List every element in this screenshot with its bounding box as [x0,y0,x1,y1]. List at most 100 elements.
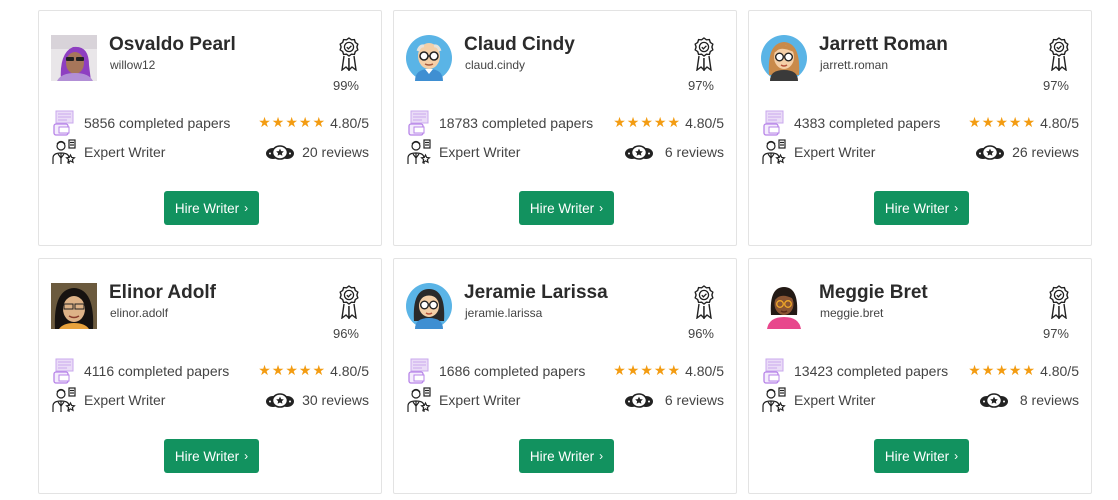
papers-stack-icon [763,110,785,136]
success-rate: 97% [687,78,714,93]
completed-papers: 13423 completed papers [794,363,949,379]
writer-level: Expert Writer [794,392,876,408]
papers-stack-icon [53,358,75,384]
hire-writer-label: Hire Writer [529,448,595,464]
reviews-bubbles-icon [979,393,1009,409]
reviews-count[interactable]: 26 reviews [1012,144,1079,160]
papers-stack-icon [408,110,430,136]
award-ribbon-icon [692,285,716,319]
writer-person-icon [51,139,77,165]
award-ribbon-icon [1047,285,1071,319]
avatar[interactable] [51,283,97,329]
avatar[interactable] [51,35,97,81]
star-rating-icon: ★★★★★ [613,114,681,130]
writer-person-icon [51,387,77,413]
completed-papers: 5856 completed papers [84,115,231,131]
success-rate: 96% [332,326,359,341]
avatar[interactable] [761,35,807,81]
writer-name[interactable]: Osvaldo Pearl [109,34,236,56]
writer-card: Jarrett Roman jarrett.roman 97% 4383 comple… [748,10,1092,246]
writer-card: Osvaldo Pearl willow12 99% 5856 completed p… [38,10,382,246]
hire-writer-label: Hire Writer [529,200,595,216]
hire-writer-button[interactable]: Hire Writer › [874,191,969,225]
writer-person-icon [761,139,787,165]
rating-value: 4.80/5 [330,363,369,379]
writer-level: Expert Writer [439,392,521,408]
writer-username: jeramie.larissa [465,306,543,320]
rating-value: 4.80/5 [330,115,369,131]
star-rating-icon: ★★★★★ [613,362,681,378]
chevron-right-icon: › [244,201,249,215]
star-rating-icon: ★★★★★ [258,362,326,378]
reviews-count[interactable]: 6 reviews [665,392,724,408]
completed-papers: 1686 completed papers [439,363,586,379]
writer-username: elinor.adolf [110,306,169,320]
success-rate: 99% [332,78,359,93]
writer-person-icon [406,387,432,413]
writer-username: meggie.bret [820,306,884,320]
writer-card: Meggie Bret meggie.bret 97% 13423 completed… [748,258,1092,494]
writer-name[interactable]: Jarrett Roman [819,34,948,56]
rating-value: 4.80/5 [685,115,724,131]
writer-card: Elinor Adolf elinor.adolf 96% 4116 complete… [38,258,382,494]
chevron-right-icon: › [599,449,604,463]
rating-value: 4.80/5 [1040,363,1079,379]
papers-stack-icon [53,110,75,136]
reviews-count[interactable]: 20 reviews [302,144,369,160]
success-rate: 97% [1042,78,1069,93]
chevron-right-icon: › [954,201,959,215]
rating-value: 4.80/5 [1040,115,1079,131]
writer-name[interactable]: Claud Cindy [464,34,575,56]
chevron-right-icon: › [599,201,604,215]
papers-stack-icon [763,358,785,384]
writer-name[interactable]: Meggie Bret [819,282,928,304]
reviews-bubbles-icon [975,145,1005,161]
reviews-bubbles-icon [265,145,295,161]
reviews-bubbles-icon [624,393,654,409]
success-rate: 97% [1042,326,1069,341]
writer-level: Expert Writer [84,144,166,160]
hire-writer-label: Hire Writer [884,200,950,216]
hire-writer-button[interactable]: Hire Writer › [519,191,614,225]
papers-stack-icon [408,358,430,384]
reviews-count[interactable]: 30 reviews [302,392,369,408]
completed-papers: 4383 completed papers [794,115,941,131]
award-ribbon-icon [692,37,716,71]
writer-level: Expert Writer [439,144,521,160]
completed-papers: 18783 completed papers [439,115,594,131]
star-rating-icon: ★★★★★ [258,114,326,130]
writer-card: Jeramie Larissa jeramie.larissa 96% 1686 co… [393,258,737,494]
writer-person-icon [761,387,787,413]
avatar[interactable] [761,283,807,329]
writer-name[interactable]: Elinor Adolf [109,282,216,304]
writer-name[interactable]: Jeramie Larissa [464,282,608,304]
hire-writer-button[interactable]: Hire Writer › [164,191,259,225]
hire-writer-label: Hire Writer [174,448,240,464]
writer-person-icon [406,139,432,165]
chevron-right-icon: › [244,449,249,463]
writer-level: Expert Writer [84,392,166,408]
writer-level: Expert Writer [794,144,876,160]
completed-papers: 4116 completed papers [84,363,230,379]
award-ribbon-icon [337,37,361,71]
hire-writer-label: Hire Writer [884,448,950,464]
writer-username: jarrett.roman [820,58,889,72]
chevron-right-icon: › [954,449,959,463]
award-ribbon-icon [337,285,361,319]
hire-writer-button[interactable]: Hire Writer › [519,439,614,473]
success-rate: 96% [687,326,714,341]
star-rating-icon: ★★★★★ [968,114,1036,130]
avatar[interactable] [406,283,452,329]
reviews-bubbles-icon [624,145,654,161]
writer-username: willow12 [110,58,156,72]
writer-card: Claud Cindy claud.cindy 97% 18783 completed… [393,10,737,246]
award-ribbon-icon [1047,37,1071,71]
reviews-count[interactable]: 6 reviews [665,144,724,160]
rating-value: 4.80/5 [685,363,724,379]
avatar[interactable] [406,35,452,81]
reviews-count[interactable]: 8 reviews [1020,392,1079,408]
hire-writer-button[interactable]: Hire Writer › [874,439,969,473]
hire-writer-button[interactable]: Hire Writer › [164,439,259,473]
star-rating-icon: ★★★★★ [968,362,1036,378]
writer-username: claud.cindy [465,58,526,72]
